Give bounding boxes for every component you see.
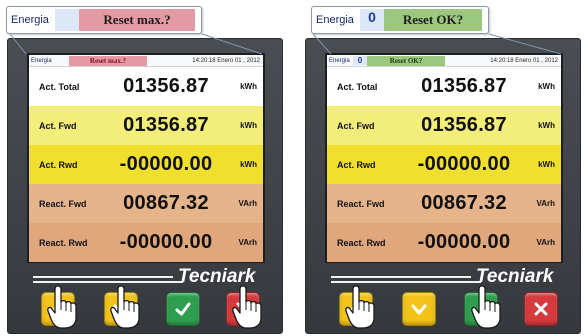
callout-value: 0: [360, 9, 384, 31]
chevron-down-icon: [113, 304, 129, 315]
energy-row-react-rwd: React. Rwd -00000.00 VArh: [327, 223, 561, 262]
status-message: Reset max.?: [69, 55, 147, 66]
row-value: -00000.00: [417, 153, 511, 175]
brand-logo: Tecniark: [476, 266, 554, 287]
brand-stripes: [33, 276, 183, 290]
row-unit: VArh: [536, 238, 555, 247]
row-label: React. Rwd: [337, 237, 386, 248]
energy-row-act-rwd: Act. Rwd -00000.00 kWh: [29, 145, 263, 184]
row-label: Act. Fwd: [39, 120, 77, 131]
energy-row-react-fwd: React. Fwd 00867.32 VArh: [327, 184, 561, 223]
cancel-button[interactable]: [226, 292, 260, 326]
row-value: 01356.87: [123, 75, 209, 97]
row-value: -00000.00: [119, 153, 213, 175]
status-datetime: 14:20:18 Enero 01 , 2012: [490, 57, 558, 64]
chevron-down-icon: [411, 304, 427, 315]
callout-left: Energia Reset max.?: [6, 6, 202, 34]
row-label: React. Rwd: [39, 237, 88, 248]
energy-row-react-fwd: React. Fwd 00867.32 VArh: [29, 184, 263, 223]
row-unit: kWh: [240, 160, 257, 169]
callout-message: Reset OK?: [384, 9, 482, 31]
up-button[interactable]: [41, 292, 75, 326]
confirm-button[interactable]: [166, 292, 200, 326]
energy-row-act-fwd: Act. Fwd 01356.87 kWh: [29, 106, 263, 145]
confirm-button[interactable]: [464, 292, 498, 326]
callout-mode-label: Energia: [11, 14, 49, 26]
brand-logo: Tecniark: [178, 266, 256, 287]
row-label: React. Fwd: [337, 198, 385, 209]
meter-panel-right: Energia 0 Reset OK? 14:20:18 Enero 01 , …: [305, 38, 581, 334]
row-unit: kWh: [538, 121, 555, 130]
down-button[interactable]: [402, 292, 436, 326]
status-bar: Energia 0 Reset OK? 14:20:18 Enero 01 , …: [327, 55, 561, 67]
row-unit: kWh: [240, 121, 257, 130]
row-label: Act. Rwd: [337, 159, 376, 170]
meter-screen: Energia 0 Reset OK? 14:20:18 Enero 01 , …: [325, 53, 563, 263]
up-button[interactable]: [339, 292, 373, 326]
status-message: Reset OK?: [367, 55, 445, 66]
row-label: Act. Fwd: [337, 120, 375, 131]
callout-mode-label: Energia: [316, 14, 354, 26]
row-value: -00000.00: [119, 231, 213, 253]
row-label: Act. Total: [39, 81, 80, 92]
row-unit: VArh: [536, 199, 555, 208]
energy-row-react-rwd: React. Rwd -00000.00 VArh: [29, 223, 263, 262]
energy-row-act-total: Act. Total 01356.87 kWh: [327, 67, 561, 106]
row-unit: VArh: [238, 238, 257, 247]
status-datetime: 14:20:18 Enero 01 , 2012: [192, 57, 260, 64]
close-icon: [236, 302, 250, 316]
chevron-up-icon: [50, 303, 66, 314]
row-value: -00000.00: [417, 231, 511, 253]
cancel-button[interactable]: [524, 292, 558, 326]
callout-message: Reset max.?: [79, 9, 195, 31]
row-value: 01356.87: [421, 75, 507, 97]
row-value: 00867.32: [123, 192, 209, 214]
status-value: 0: [353, 56, 367, 65]
meter-screen: Energia Reset max.? 14:20:18 Enero 01 , …: [27, 53, 265, 263]
row-value: 01356.87: [421, 114, 507, 136]
row-value: 01356.87: [123, 114, 209, 136]
row-unit: kWh: [538, 82, 555, 91]
status-mode: Energia: [31, 57, 52, 64]
energy-row-act-fwd: Act. Fwd 01356.87 kWh: [327, 106, 561, 145]
brand-stripes: [331, 276, 481, 290]
check-icon: [175, 302, 191, 316]
close-icon: [534, 302, 548, 316]
row-unit: kWh: [240, 82, 257, 91]
row-label: Act. Rwd: [39, 159, 78, 170]
row-unit: kWh: [538, 160, 555, 169]
energy-row-act-total: Act. Total 01356.87 kWh: [29, 67, 263, 106]
row-unit: VArh: [238, 199, 257, 208]
chevron-up-icon: [348, 303, 364, 314]
energy-row-act-rwd: Act. Rwd -00000.00 kWh: [327, 145, 561, 184]
check-icon: [473, 302, 489, 316]
callout-right: Energia 0 Reset OK?: [311, 6, 489, 34]
down-button[interactable]: [104, 292, 138, 326]
row-value: 00867.32: [421, 192, 507, 214]
meter-panel-left: Energia Reset max.? 14:20:18 Enero 01 , …: [7, 38, 283, 334]
status-mode: Energia: [329, 57, 350, 64]
status-bar: Energia Reset max.? 14:20:18 Enero 01 , …: [29, 55, 263, 67]
row-label: Act. Total: [337, 81, 378, 92]
callout-value: [55, 9, 79, 31]
row-label: React. Fwd: [39, 198, 87, 209]
